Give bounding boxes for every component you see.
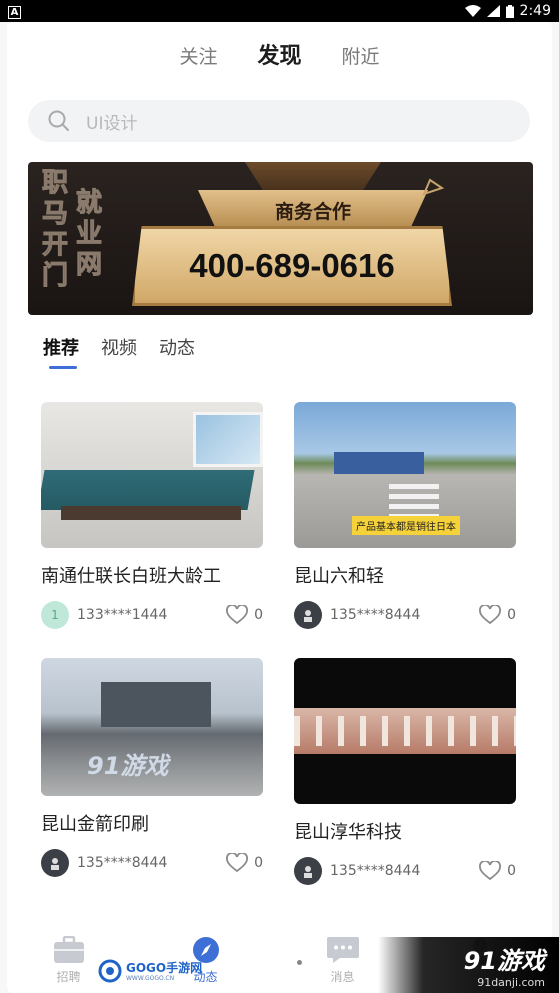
gogo-logo-icon [98,959,122,983]
status-right: 2:49 [464,3,551,19]
post-card[interactable]: 91游戏 昆山金箭印刷 135****8444 0 [41,658,263,877]
avatar-icon [304,610,312,622]
tab-follow[interactable]: 关注 [179,42,217,69]
post-meta: 1 133****1444 0 [41,601,263,629]
banner-phone: 400-689-0616 [132,226,452,306]
app-screen: 关注 发现 附近 UI设计 职 马 开 门 就 业 网 商务合作 400-689… [0,22,559,993]
tab-recommend[interactable]: 推荐 [43,334,79,369]
promo-banner[interactable]: 职 马 开 门 就 业 网 商务合作 400-689-0616 [28,162,533,315]
nav-label: 消息 [330,970,355,984]
like-count: 0 [507,863,516,879]
post-card[interactable]: 昆山淳华科技 135****8444 0 [294,658,516,885]
tab-moments[interactable]: 动态 [159,334,195,360]
bunks-graphic [294,716,516,746]
heart-icon [479,861,502,881]
post-meta: 135****8444 0 [41,849,263,877]
nav-label: 招聘 [56,970,81,984]
bedframe-graphic [61,506,241,520]
post-image[interactable] [41,402,263,548]
brand-char: 门 [42,261,69,292]
gate-graphic [334,452,424,474]
brand-char: 马 [42,199,69,230]
banner-brand: 职 马 开 门 就 业 网 [42,168,112,308]
heart-icon [226,853,249,873]
like-button[interactable]: 0 [479,605,516,625]
post-meta: 135****8444 0 [294,601,516,629]
post-image[interactable]: 产品基本都是销往日本 [294,402,516,548]
site91-url: 91danji.com [477,976,545,989]
like-count: 0 [254,607,263,623]
heart-icon [226,605,249,625]
post-image[interactable] [294,658,516,804]
avatar-icon [51,858,59,870]
gogo-text: GOGO手游网 [126,960,203,975]
search-icon [48,110,69,131]
status-time: 2:49 [519,3,551,19]
like-button[interactable]: 0 [226,853,263,873]
triangle-icon [422,178,444,196]
avatar[interactable]: 1 [41,601,69,629]
brand-char: 业 [76,219,103,250]
brand-char: 职 [42,168,69,199]
image-watermark: 91游戏 [87,752,169,780]
building-graphic [101,682,211,727]
avatar[interactable] [294,857,322,885]
wifi-icon [464,5,481,17]
signal-icon [486,5,500,17]
post-user: 135****8444 [77,855,168,871]
like-count: 0 [507,607,516,623]
site91-text: 91游戏 [463,947,545,975]
search-input[interactable]: UI设计 [28,100,530,142]
brand-char: 网 [76,250,103,281]
image-caption: 产品基本都是销往日本 [352,516,460,535]
tab-nearby[interactable]: 附近 [342,42,380,69]
window-graphic [193,412,263,467]
gogo-watermark: GOGO手游网 WWW.GOGO.CN [98,953,208,989]
post-user: 133****1444 [77,607,168,623]
avatar[interactable] [294,601,322,629]
battery-icon [505,4,514,18]
post-title: 昆山六和轻 [294,566,384,587]
page-dot [297,960,302,965]
post-user: 135****8444 [330,863,421,879]
avatar[interactable] [41,849,69,877]
notification-a-icon: A [8,6,21,19]
chat-icon [326,937,359,963]
top-tabs: 关注 发现 附近 [0,38,559,70]
post-card[interactable]: 南通仕联长白班大龄工 1 133****1444 0 [41,402,263,629]
heart-icon [479,605,502,625]
brand-char: 开 [42,230,69,261]
gogo-url: WWW.GOGO.CN [126,974,175,982]
post-user: 135****8444 [330,607,421,623]
post-title: 昆山金箭印刷 [41,814,149,835]
avatar-icon [304,866,312,878]
status-bar: A 2:49 [0,0,559,22]
post-meta: 135****8444 0 [294,857,516,885]
post-title: 南通仕联长白班大龄工 [41,566,221,587]
like-count: 0 [254,855,263,871]
brand-char: 就 [76,188,103,219]
site91-watermark: 91游戏 91danji.com [378,937,559,993]
like-button[interactable]: 0 [479,861,516,881]
post-card[interactable]: 产品基本都是销往日本 昆山六和轻 135****8444 0 [294,402,516,629]
tab-discover[interactable]: 发现 [257,38,301,70]
like-button[interactable]: 0 [226,605,263,625]
tab-video[interactable]: 视频 [101,334,137,360]
briefcase-icon [53,936,84,963]
bed-graphic [41,470,255,510]
status-left: A [8,3,21,19]
post-title: 昆山淳华科技 [294,822,402,843]
search-placeholder: UI设计 [86,113,138,134]
post-image[interactable]: 91游戏 [41,658,263,796]
banner-subtitle: 商务合作 [198,190,428,230]
sub-tabs: 推荐 视频 动态 [43,334,195,369]
